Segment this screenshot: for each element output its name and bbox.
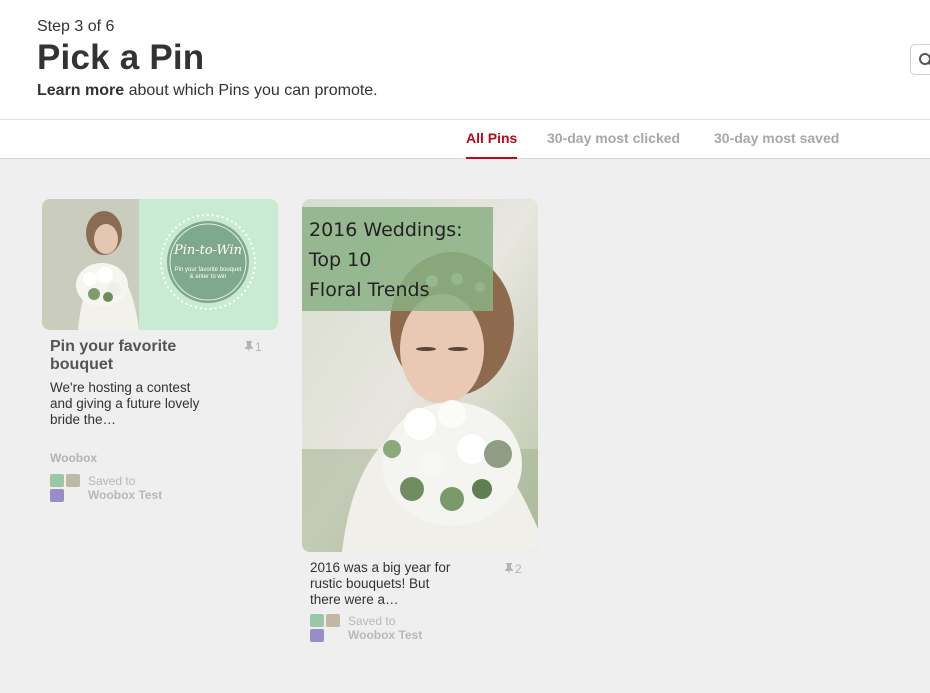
saved-to-label: Saved to	[348, 614, 396, 628]
pin-save-count: 2	[505, 562, 522, 576]
pin-saved-to[interactable]: Saved to Woobox Test	[310, 613, 480, 643]
pin-title[interactable]: Pin your favorite bouquet	[50, 338, 200, 374]
filter-tabs: All Pins 30-day most clicked 30-day most…	[0, 119, 930, 160]
tab-30-day-most-clicked[interactable]: 30-day most clicked	[547, 130, 680, 158]
pin-save-count-value: 2	[515, 562, 522, 576]
pin-icon	[505, 563, 513, 574]
search-button[interactable]	[910, 44, 930, 75]
pin-card[interactable]: Pin-to-Win Pin your favorite bouquet & e…	[42, 199, 278, 330]
board-thumbnails	[50, 473, 82, 503]
pin-overlay-line: Top 10	[309, 249, 372, 271]
pin-image-art	[42, 199, 278, 330]
pin-save-count-value: 1	[255, 340, 262, 354]
learn-more-link[interactable]: Learn more	[37, 82, 124, 99]
pin-source[interactable]: Woobox	[50, 451, 97, 465]
pin-icon	[245, 341, 253, 352]
pin-description: 2016 was a big year for rustic bouquets!…	[310, 560, 451, 607]
pin-image[interactable]: Pin-to-Win Pin your favorite bouquet & e…	[42, 199, 278, 330]
search-icon	[919, 53, 930, 66]
tab-30-day-most-saved[interactable]: 30-day most saved	[714, 130, 839, 158]
step-indicator: Step 3 of 6	[37, 18, 115, 35]
pin-image[interactable]: 2016 Weddings: Top 10 Floral Trends	[302, 199, 538, 552]
page-title: Pick a Pin	[37, 38, 205, 77]
board-thumbnails	[310, 613, 342, 643]
pin-overlay-text: 2016 Weddings: Top 10 Floral Trends	[309, 215, 463, 305]
pin-card[interactable]: 2016 Weddings: Top 10 Floral Trends	[302, 199, 538, 552]
page-header: Step 3 of 6 Pick a Pin Learn more about …	[0, 0, 930, 120]
learn-more-text: Learn more about which Pins you can prom…	[37, 82, 378, 100]
pin-badge-title: Pin-to-Win	[173, 243, 243, 258]
pin-description: We're hosting a contest and giving a fut…	[50, 380, 200, 427]
board-name[interactable]: Woobox Test	[348, 628, 422, 642]
saved-to-label: Saved to	[88, 474, 136, 488]
pin-overlay-line: 2016 Weddings:	[309, 219, 463, 241]
pin-badge-subtitle: Pin your favorite bouquet & enter to win	[174, 267, 242, 280]
board-name[interactable]: Woobox Test	[88, 488, 162, 502]
learn-more-description: about which Pins you can promote.	[128, 82, 378, 99]
tab-all-pins[interactable]: All Pins	[466, 130, 518, 160]
pin-saved-to[interactable]: Saved to Woobox Test	[50, 473, 220, 503]
pin-save-count: 1	[245, 340, 262, 354]
pin-overlay-line: Floral Trends	[309, 279, 430, 301]
pin-grid: Pin-to-Win Pin your favorite bouquet & e…	[0, 159, 930, 693]
